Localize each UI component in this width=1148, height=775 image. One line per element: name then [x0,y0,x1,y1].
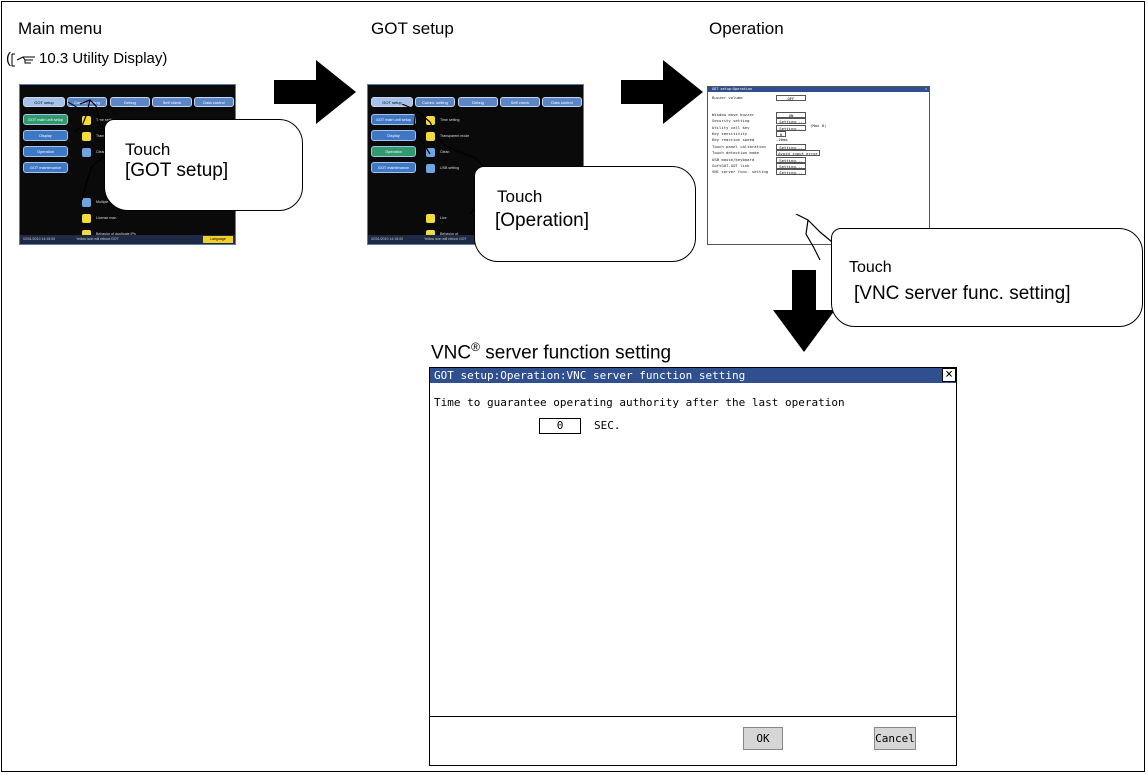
vnc-settings-window: GOT setup:Operation:VNC server function … [429,367,957,766]
description-text: Time to guarantee operating authority af… [434,396,845,409]
operation-row-value: -20ms [776,137,794,143]
cancel-button[interactable]: Cancel [874,727,916,750]
window-title-bar: GOT setup:Operation:VNC server function … [430,368,956,383]
operation-row-value[interactable]: Setting... [776,169,806,175]
callout-target: [GOT setup] [125,160,229,181]
close-icon[interactable]: × [925,87,927,92]
operation-row-value[interactable]: Avoid input error [776,150,820,156]
main-menu-label: Main menu [18,19,103,38]
callout-target: [Operation] [495,210,589,231]
callout-touch: Touch [497,187,543,206]
reference-hand-icon [11,53,39,67]
status-message: Yellow icon will reboot GOT [76,237,119,241]
status-time: 02/01/2010 14:15:00 [23,237,56,241]
reference-text: 10.3 Utility Display) [39,50,168,67]
operation-row-value[interactable]: OFF [776,95,806,101]
operation-row-label: Touch detection mode [712,150,759,155]
callout-got-setup: Touch [GOT setup] [104,119,303,211]
tab-got-setup[interactable]: GOT setup [23,97,65,107]
close-icon[interactable]: × [942,368,956,382]
seconds-input[interactable]: 0 [539,418,581,434]
right-arrow-icon [621,60,703,124]
callout-vnc-server: Touch [VNC server func. setting] [831,228,1143,327]
vnc-heading: VNC® server function setting [431,340,672,364]
status-bar: 02/01/2010 14:15:00 Yellow icon will reb… [20,235,235,244]
divider [430,716,956,717]
operation-row-label: Key reaction speed [712,137,755,142]
operation-row-value[interactable]: Setting... [776,118,806,124]
unit-label: SEC. [594,419,621,432]
operation-row-label: Buzzer volume [712,95,743,100]
max-note: (Max 8) [810,123,827,128]
callout-touch: Touch [849,259,892,276]
got-setup-label: GOT setup [371,19,454,38]
callout-touch: Touch [125,140,171,159]
callout-target: [VNC server func. setting] [854,283,1071,304]
operation-row-label: Security setting [712,118,750,123]
operation-label: Operation [709,19,784,38]
operation-row-label: VNC server func. setting [712,169,769,174]
ok-button[interactable]: OK [743,727,783,750]
reference-link[interactable]: ( 10.3 Utility Display) [6,50,167,67]
operation-title-bar: GOT setup:Operation × [708,87,929,92]
language-button[interactable]: Language [203,236,233,243]
callout-operation: Touch [Operation] [474,166,696,262]
